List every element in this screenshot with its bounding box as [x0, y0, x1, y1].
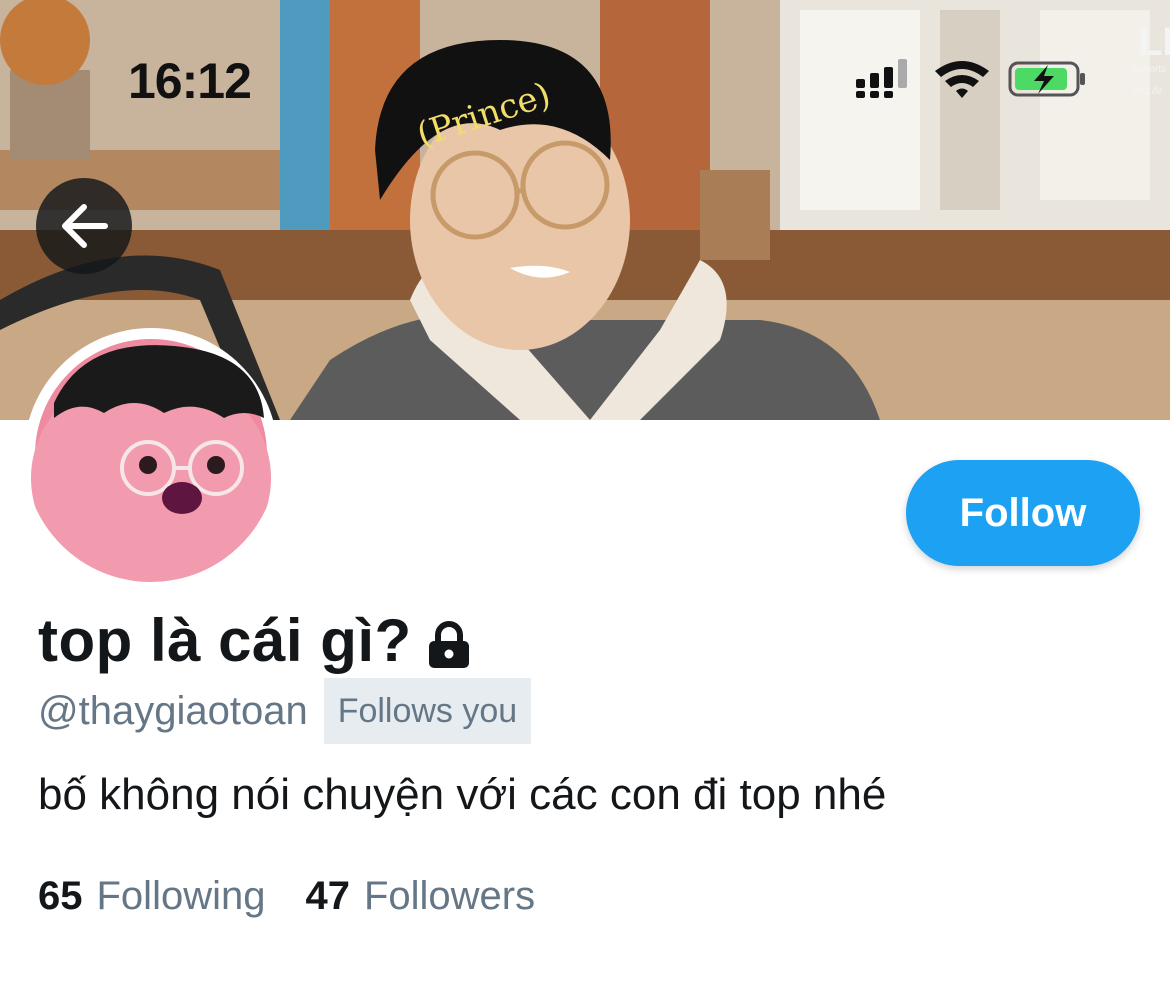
- battery-charging-icon: [1008, 61, 1085, 97]
- followers-count: 47: [305, 874, 350, 918]
- followers-stat-link[interactable]: 47 Followers: [305, 874, 535, 919]
- wifi-icon: [935, 61, 989, 98]
- avatar-image: [31, 339, 271, 582]
- profile-bio: bố không nói chuyện với các con đi top n…: [38, 770, 887, 819]
- follow-button[interactable]: Follow: [906, 460, 1140, 566]
- following-stat-link[interactable]: 65 Following: [38, 874, 265, 919]
- status-time: 16:12: [128, 53, 252, 109]
- following-count: 65: [38, 874, 83, 918]
- arrow-left-icon: [62, 204, 108, 248]
- profile-handle: @thaygiaotoan: [38, 688, 308, 733]
- followers-label: Followers: [363, 874, 536, 918]
- following-label: Following: [96, 874, 266, 918]
- status-icons: [850, 55, 1100, 105]
- follows-you-badge: Follows you: [323, 678, 532, 744]
- profile-name-row: top là cái gì?: [38, 606, 472, 675]
- handle-row: @thaygiaotoan Follows you: [38, 678, 532, 744]
- lock-icon: [428, 620, 469, 668]
- cellular-signal-icon: [856, 59, 907, 98]
- avatar[interactable]: [24, 328, 278, 582]
- profile-stats: 65 Following 47 Followers: [38, 874, 535, 919]
- back-button[interactable]: [36, 178, 132, 274]
- display-name: top là cái gì?: [38, 607, 412, 674]
- status-bar: 16:12: [0, 0, 1170, 140]
